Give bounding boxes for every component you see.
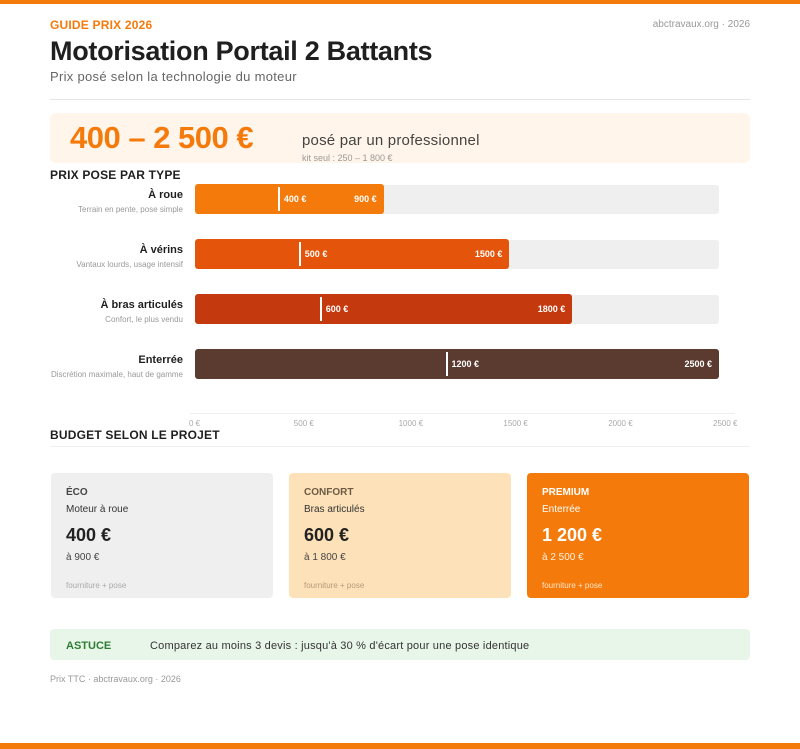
max-price-label: 2500 € xyxy=(684,359,712,369)
x-axis-tick-label: 2000 € xyxy=(608,419,633,428)
category-description: Discrétion maximale, haut de gamme xyxy=(50,370,183,379)
header-divider xyxy=(50,99,750,100)
axis-baseline xyxy=(190,413,735,414)
range-bar xyxy=(195,294,573,324)
card-eco-subtitle: Moteur à roue xyxy=(66,504,129,515)
card-confort-max: à 1 800 € xyxy=(304,552,346,563)
price-range-note: posé par un professionnel xyxy=(302,132,480,149)
card-confort-footnote: fourniture + pose xyxy=(304,581,365,590)
card-eco-price: 400 € xyxy=(66,525,112,545)
range-bar xyxy=(195,239,510,269)
min-price-label: 1200 € xyxy=(451,359,480,369)
min-price-label: 500 € xyxy=(304,249,328,259)
card-confort-subtitle: Bras articulés xyxy=(304,504,365,515)
max-price-label: 900 € xyxy=(354,194,377,204)
min-price-label: 400 € xyxy=(283,194,307,204)
card-premium-subtitle: Enterrée xyxy=(542,504,581,515)
category-label: À vérins xyxy=(139,244,183,256)
x-axis-tick-label: 0 € xyxy=(189,419,201,428)
category-label: Enterrée xyxy=(138,354,183,366)
x-axis-tick-label: 1000 € xyxy=(398,419,424,428)
price-range-value: 400 – 2 500 € xyxy=(70,120,254,155)
bottom-accent-bar xyxy=(0,743,800,749)
card-eco-footnote: fourniture + pose xyxy=(66,581,127,590)
category-description: Terrain en pente, pose simple xyxy=(78,205,183,214)
site-credit: abctravaux.org · 2026 xyxy=(652,19,750,30)
budget-section-title: BUDGET SELON LE PROJET xyxy=(50,428,220,442)
card-premium-price: 1 200 € xyxy=(542,525,603,545)
card-eco-max: à 900 € xyxy=(66,552,100,563)
card-confort-price: 600 € xyxy=(304,525,350,545)
card-eco-title: ÉCO xyxy=(66,487,88,498)
category-label: À roue xyxy=(148,189,183,201)
card-confort-title: CONFORT xyxy=(304,487,354,498)
card-premium-footnote: fourniture + pose xyxy=(542,581,603,590)
card-premium-title: PREMIUM xyxy=(542,487,590,498)
category-label: À bras articulés xyxy=(100,299,183,311)
footer-note: Prix TTC · abctravaux.org · 2026 xyxy=(50,674,181,684)
max-price-label: 1800 € xyxy=(537,304,566,314)
max-price-label: 1500 € xyxy=(474,249,503,259)
card-premium-max: à 2 500 € xyxy=(542,552,584,563)
guide-kicker: GUIDE PRIX 2026 xyxy=(50,18,153,32)
page-title: Motorisation Portail 2 Battants xyxy=(50,36,433,66)
top-accent-bar xyxy=(0,0,800,4)
min-price-marker xyxy=(298,242,301,266)
chart-title: PRIX POSE PAR TYPE xyxy=(50,168,181,182)
min-price-marker xyxy=(445,352,448,376)
category-description: Vantaux lourds, usage intensif xyxy=(76,260,183,269)
kit-price-note: kit seul : 250 – 1 800 € xyxy=(302,153,393,163)
tip-text: Comparez au moins 3 devis : jusqu'à 30 %… xyxy=(150,640,530,652)
min-price-label: 600 € xyxy=(325,304,349,314)
x-axis-tick-label: 2500 € xyxy=(713,419,738,428)
budget-divider xyxy=(50,446,750,447)
page-subtitle: Prix posé selon la technologie du moteur xyxy=(50,69,297,84)
x-axis-tick-label: 500 € xyxy=(293,419,314,428)
min-price-marker xyxy=(277,187,280,211)
x-axis-tick-label: 1500 € xyxy=(503,419,528,428)
category-description: Confort, le plus vendu xyxy=(105,315,183,324)
min-price-marker xyxy=(319,297,322,321)
tip-label: ASTUCE xyxy=(66,640,112,652)
